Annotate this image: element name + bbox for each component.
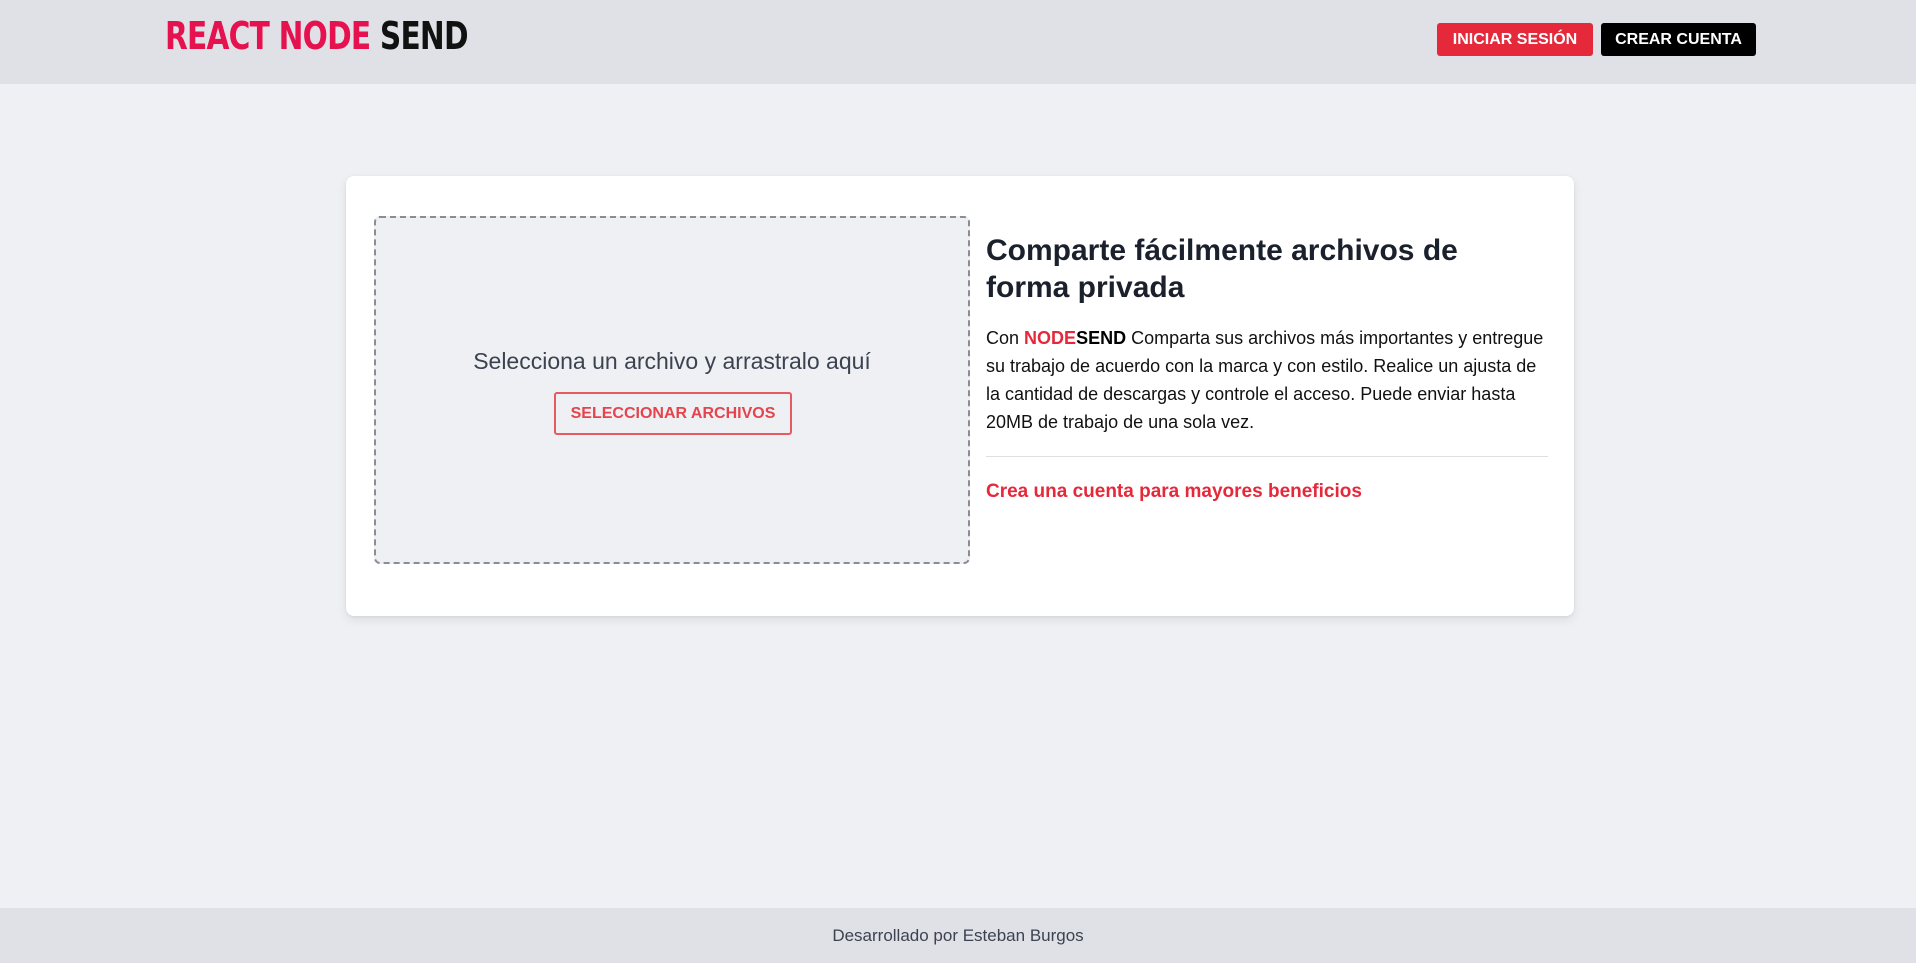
intro-prefix: Con bbox=[986, 328, 1020, 348]
top-header: REACT NODE SEND Iniciar Sesión Crear Cue… bbox=[0, 0, 1916, 84]
info-title: Comparte fácilmente archivos de forma pr… bbox=[986, 234, 1458, 304]
footer-credit: Desarrollado por Esteban Burgos bbox=[832, 926, 1084, 945]
dropzone-instruction: Selecciona un archivo y arrastralo aquí bbox=[473, 348, 871, 374]
app-logo[interactable]: REACT NODE SEND bbox=[165, 14, 469, 58]
logo-text-react-node: REACT NODE bbox=[165, 14, 371, 58]
select-files-button[interactable]: Seleccionar Archivos bbox=[554, 392, 792, 435]
create-account-link[interactable]: Crea una cuenta para mayores beneficios bbox=[986, 481, 1362, 503]
info-panel: Comparte fácilmente archivos de forma pr… bbox=[986, 232, 1548, 503]
file-dropzone[interactable]: Selecciona un archivo y arrastralo aquí … bbox=[374, 216, 970, 564]
brand-node: NODE bbox=[1024, 328, 1077, 348]
info-description: Con NODESEND Comparta sus archivos más i… bbox=[986, 324, 1548, 436]
logo-text-send: SEND bbox=[379, 14, 469, 58]
main-card: Selecciona un archivo y arrastralo aquí … bbox=[346, 176, 1574, 616]
create-account-button[interactable]: Crear Cuenta bbox=[1601, 23, 1756, 56]
brand-send: SEND bbox=[1076, 328, 1127, 348]
login-button[interactable]: Iniciar Sesión bbox=[1437, 23, 1593, 56]
page-footer: Desarrollado por Esteban Burgos bbox=[0, 908, 1916, 963]
divider bbox=[986, 456, 1548, 457]
